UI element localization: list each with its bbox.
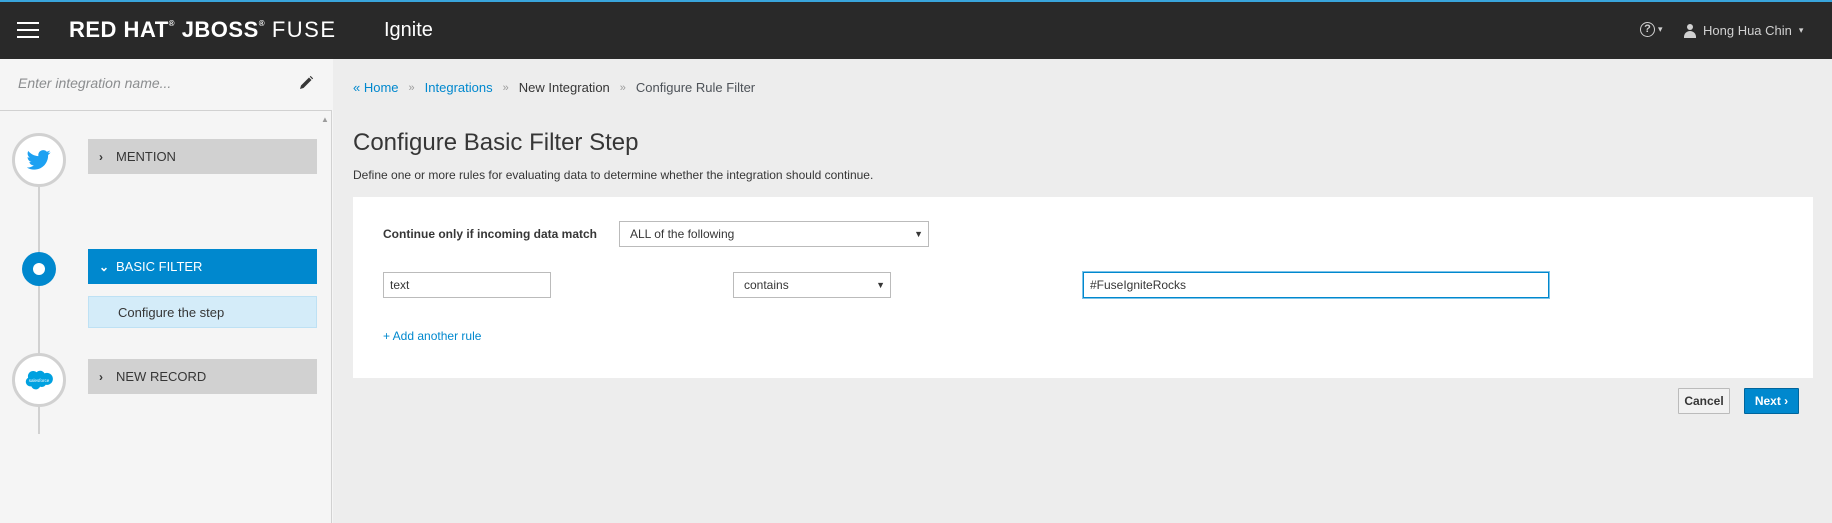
- help-icon: ?: [1640, 22, 1655, 37]
- product-name: Ignite: [384, 19, 433, 41]
- salesforce-step-circle[interactable]: salesforce: [12, 353, 66, 407]
- step-label: NEW RECORD: [116, 369, 207, 384]
- chevron-right-icon: ›: [99, 369, 103, 384]
- match-select-value: ALL of the following: [630, 227, 735, 241]
- chevron-down-icon: ⌄: [99, 259, 110, 274]
- substep-configure[interactable]: Configure the step: [88, 296, 317, 328]
- pencil-icon[interactable]: [298, 75, 314, 91]
- step-new-record[interactable]: › NEW RECORD: [88, 359, 317, 394]
- chevron-down-icon: ▾: [1658, 24, 1663, 34]
- twitter-step-circle[interactable]: [12, 133, 66, 187]
- twitter-icon: [27, 150, 51, 170]
- user-name: Hong Hua Chin: [1703, 23, 1792, 38]
- main-content: « Home » Integrations » New Integration …: [333, 59, 1832, 523]
- integration-name-input[interactable]: [18, 75, 278, 91]
- brand-logo: RED HAT® JBOSS® FUSE: [69, 17, 337, 42]
- step-label: MENTION: [116, 149, 176, 164]
- match-select[interactable]: ALL of the following ▼: [619, 221, 929, 247]
- hamburger-menu-icon[interactable]: [17, 22, 39, 38]
- dropdown-arrow-icon: ▼: [876, 280, 885, 290]
- scroll-up-arrow[interactable]: ▲: [321, 115, 329, 124]
- step-mention[interactable]: › MENTION: [88, 139, 317, 174]
- match-label: Continue only if incoming data match: [383, 227, 598, 241]
- user-menu[interactable]: Hong Hua Chin ▾: [1684, 23, 1803, 38]
- svg-text:salesforce: salesforce: [29, 378, 50, 383]
- breadcrumb-separator-icon: »: [408, 81, 415, 94]
- step-basic-filter[interactable]: ⌄ BASIC FILTER: [88, 249, 317, 284]
- dropdown-arrow-icon: ▼: [914, 229, 923, 239]
- rule-field-input[interactable]: [383, 272, 551, 298]
- filter-card: Continue only if incoming data match ALL…: [353, 197, 1813, 378]
- top-navbar: RED HAT® JBOSS® FUSE Ignite ? ▾ Hong Hua…: [0, 0, 1832, 59]
- salesforce-icon: salesforce: [25, 370, 53, 390]
- user-icon: [1684, 23, 1696, 38]
- page-title: Configure Basic Filter Step: [353, 129, 639, 156]
- cancel-button[interactable]: Cancel: [1678, 388, 1730, 414]
- breadcrumb: « Home » Integrations » New Integration …: [353, 80, 755, 95]
- breadcrumb-separator-icon: »: [619, 81, 626, 94]
- breadcrumb-current: Configure Rule Filter: [635, 80, 756, 95]
- rule-operator-select[interactable]: contains ▼: [733, 272, 891, 298]
- integration-name-bar: [0, 59, 332, 111]
- chevron-down-icon: ▾: [1798, 25, 1804, 35]
- operator-select-value: contains: [744, 278, 789, 292]
- step-label: BASIC FILTER: [116, 259, 203, 274]
- help-menu[interactable]: ? ▾: [1640, 22, 1663, 37]
- integration-sidebar: ▲ › MENTION ⌄ BASIC FILTER Configure the…: [0, 59, 332, 523]
- add-rule-link[interactable]: + Add another rule: [383, 329, 481, 343]
- breadcrumb-separator-icon: »: [502, 81, 509, 94]
- chevron-right-icon: ›: [99, 149, 103, 164]
- next-button-label: Next: [1754, 394, 1781, 408]
- breadcrumb-home[interactable]: « Home: [353, 80, 399, 95]
- chevron-right-icon: ›: [1784, 394, 1789, 408]
- next-button[interactable]: Next ›: [1744, 388, 1799, 414]
- filter-step-dot[interactable]: [22, 252, 56, 286]
- page-description: Define one or more rules for evaluating …: [353, 168, 874, 182]
- breadcrumb-new-integration: New Integration: [518, 80, 610, 95]
- double-chevron-left-icon: «: [353, 80, 361, 95]
- breadcrumb-integrations[interactable]: Integrations: [425, 80, 493, 95]
- rule-value-input[interactable]: [1083, 272, 1549, 298]
